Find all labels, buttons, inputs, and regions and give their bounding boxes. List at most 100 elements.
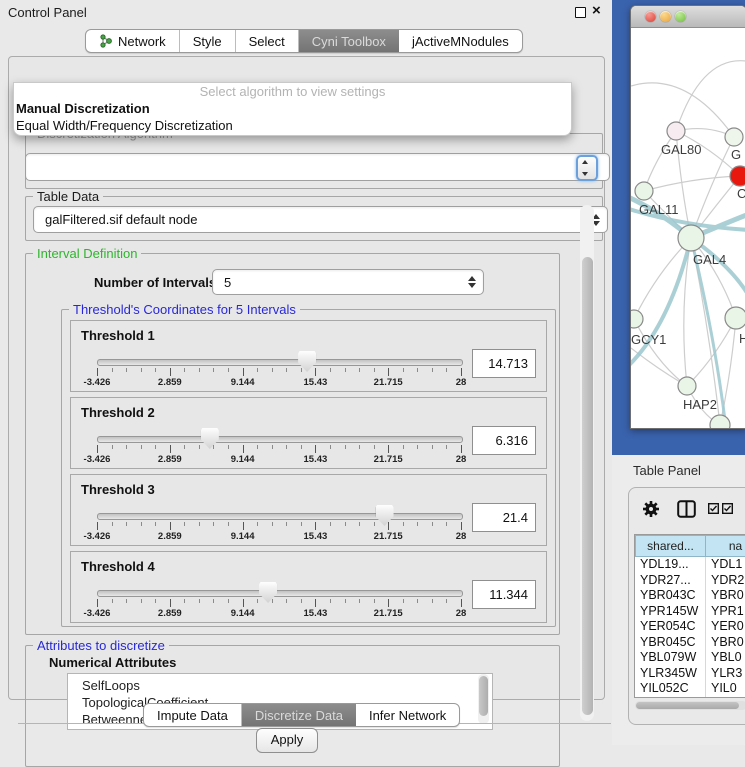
table-row[interactable]: YBR045CYBR0 — [635, 635, 745, 651]
threshold-panel: Threshold 4 -3.4262.8599.14415.4321.7152… — [70, 551, 547, 623]
table-row[interactable]: YLR345WYLR3 — [635, 666, 745, 682]
checkbox-icon[interactable] — [708, 503, 719, 514]
node-table[interactable]: shared...na YDL19...YDL1YDR27...YDR2YBR0… — [634, 534, 745, 698]
table-row[interactable]: YIL052CYIL0 — [635, 681, 745, 697]
checkbox-icon[interactable] — [722, 503, 733, 514]
network-node-g[interactable] — [725, 128, 743, 146]
tick-label: 21.715 — [374, 454, 403, 465]
algorithm-select-arrows[interactable] — [576, 155, 598, 181]
table-cell: YBR0 — [706, 588, 745, 604]
attributes-scrollbar[interactable] — [478, 674, 489, 724]
group-legend: Table Data — [33, 189, 103, 204]
dropdown-item[interactable]: Equal Width/Frequency Discretization — [14, 117, 571, 134]
dropdown-item[interactable]: Manual Discretization — [14, 100, 571, 117]
table-cell: YER0 — [706, 619, 745, 635]
algorithm-dropdown-popup: Select algorithm to view settingsManual … — [13, 82, 572, 136]
table-rows: YDL19...YDL1YDR27...YDR2YBR043CYBR0YPR14… — [635, 557, 745, 697]
network-node-hap2[interactable] — [678, 377, 696, 395]
tab-cyni-toolbox[interactable]: Cyni Toolbox — [299, 30, 399, 52]
table-cell: YDL1 — [706, 557, 745, 573]
node-label: HAP2 — [683, 397, 717, 412]
column-header[interactable]: shared... — [635, 535, 706, 557]
tab-label: Style — [193, 34, 222, 49]
network-node-gal80[interactable] — [667, 122, 685, 140]
table-horizontal-scrollbar[interactable] — [635, 701, 745, 710]
threshold-value-field[interactable]: 6.316 — [472, 426, 536, 455]
network-node-gcy1[interactable] — [631, 310, 643, 328]
network-canvas[interactable]: GAL80GCGAL11GAL4GCY1HHAP2 — [631, 28, 745, 428]
tick-label: 21.715 — [374, 377, 403, 388]
table-row[interactable]: YDR27...YDR2 — [635, 573, 745, 589]
network-node[interactable] — [710, 415, 730, 428]
zoom-traffic-light[interactable] — [675, 11, 686, 22]
table-cell: YDL19... — [635, 557, 706, 573]
scrollbar-thumb[interactable] — [582, 257, 593, 715]
tick-label: 15.43 — [304, 608, 328, 619]
network-icon — [99, 34, 113, 48]
tab-jactivemnodules[interactable]: jActiveMNodules — [399, 30, 522, 52]
split-view-icon[interactable] — [677, 500, 696, 518]
table-data-select[interactable]: galFiltered.sif default node — [33, 206, 608, 233]
table-cell: YLR3 — [706, 666, 745, 682]
scrollbar-thumb[interactable] — [636, 702, 739, 709]
spinner-arrows-icon — [468, 276, 476, 288]
attribute-item[interactable]: SelfLoops — [68, 677, 492, 694]
tab-label: jActiveMNodules — [412, 34, 509, 49]
tick-label: 28 — [456, 377, 467, 388]
table-cell: YER054C — [635, 619, 706, 635]
network-node-gal4[interactable] — [678, 225, 704, 251]
tab-impute-data[interactable]: Impute Data — [144, 704, 242, 726]
node-label: H — [739, 331, 745, 346]
table-cell: YPR1 — [706, 604, 745, 620]
tab-infer-network[interactable]: Infer Network — [356, 704, 459, 726]
table-data-selected-value: galFiltered.sif default node — [45, 212, 197, 227]
node-label: GAL4 — [693, 252, 726, 267]
window-title: Control Panel — [8, 5, 87, 20]
dropdown-item: Select algorithm to view settings — [14, 83, 571, 100]
gear-icon[interactable] — [642, 500, 660, 518]
algorithm-select[interactable] — [25, 153, 610, 181]
table-cell: YPR145W — [635, 604, 706, 620]
cyni-toolbox-panel: Discretization Algorithm Table Data galF… — [8, 56, 605, 700]
network-view-window: GAL80GCGAL11GAL4GCY1HHAP2 — [630, 5, 745, 429]
tab-network[interactable]: Network — [86, 30, 180, 52]
table-row[interactable]: YPR145WYPR1 — [635, 604, 745, 620]
network-node-c[interactable] — [730, 166, 745, 186]
node-label: GAL80 — [661, 142, 701, 157]
number-of-intervals-label: Number of Intervals — [94, 275, 216, 290]
tab-discretize-data[interactable]: Discretize Data — [242, 704, 356, 726]
thresholds-group: Threshold's Coordinates for 5 Intervals … — [61, 309, 556, 627]
table-row[interactable]: YBR043CYBR0 — [635, 588, 745, 604]
table-row[interactable]: YER054CYER0 — [635, 619, 745, 635]
number-of-intervals-select[interactable]: 5 — [212, 269, 484, 295]
threshold-value-field[interactable]: 11.344 — [472, 580, 536, 609]
column-header[interactable]: na — [706, 535, 745, 557]
threshold-value-field[interactable]: 14.713 — [472, 349, 536, 378]
table-row[interactable]: YDL19...YDL1 — [635, 557, 745, 573]
close-icon[interactable]: × — [592, 2, 601, 19]
tick-label: -3.426 — [84, 377, 111, 388]
node-label: G — [731, 147, 741, 162]
float-window-icon[interactable] — [575, 7, 586, 18]
table-cell: YLR345W — [635, 666, 706, 682]
tab-select[interactable]: Select — [236, 30, 299, 52]
tick-label: -3.426 — [84, 454, 111, 465]
threshold-value-field[interactable]: 21.4 — [472, 503, 536, 532]
tab-style[interactable]: Style — [180, 30, 236, 52]
network-window-titlebar[interactable] — [631, 6, 745, 28]
network-node-gal11[interactable] — [635, 182, 653, 200]
network-node-h[interactable] — [725, 307, 745, 329]
table-row[interactable]: YBL079WYBL0 — [635, 650, 745, 666]
scrollbar-thumb[interactable] — [479, 676, 488, 716]
panel-scrollbar[interactable] — [580, 205, 594, 721]
node-label: GCY1 — [631, 332, 666, 347]
group-legend: Attributes to discretize — [33, 638, 169, 653]
tick-label: 9.144 — [231, 454, 255, 465]
minimize-traffic-light[interactable] — [660, 11, 671, 22]
table-cell: YIL052C — [635, 681, 706, 697]
close-traffic-light[interactable] — [645, 11, 656, 22]
apply-button[interactable]: Apply — [256, 728, 318, 753]
table-cell: YDR27... — [635, 573, 706, 589]
table-panel-toolbar — [629, 496, 745, 522]
tick-label: 15.43 — [304, 531, 328, 542]
